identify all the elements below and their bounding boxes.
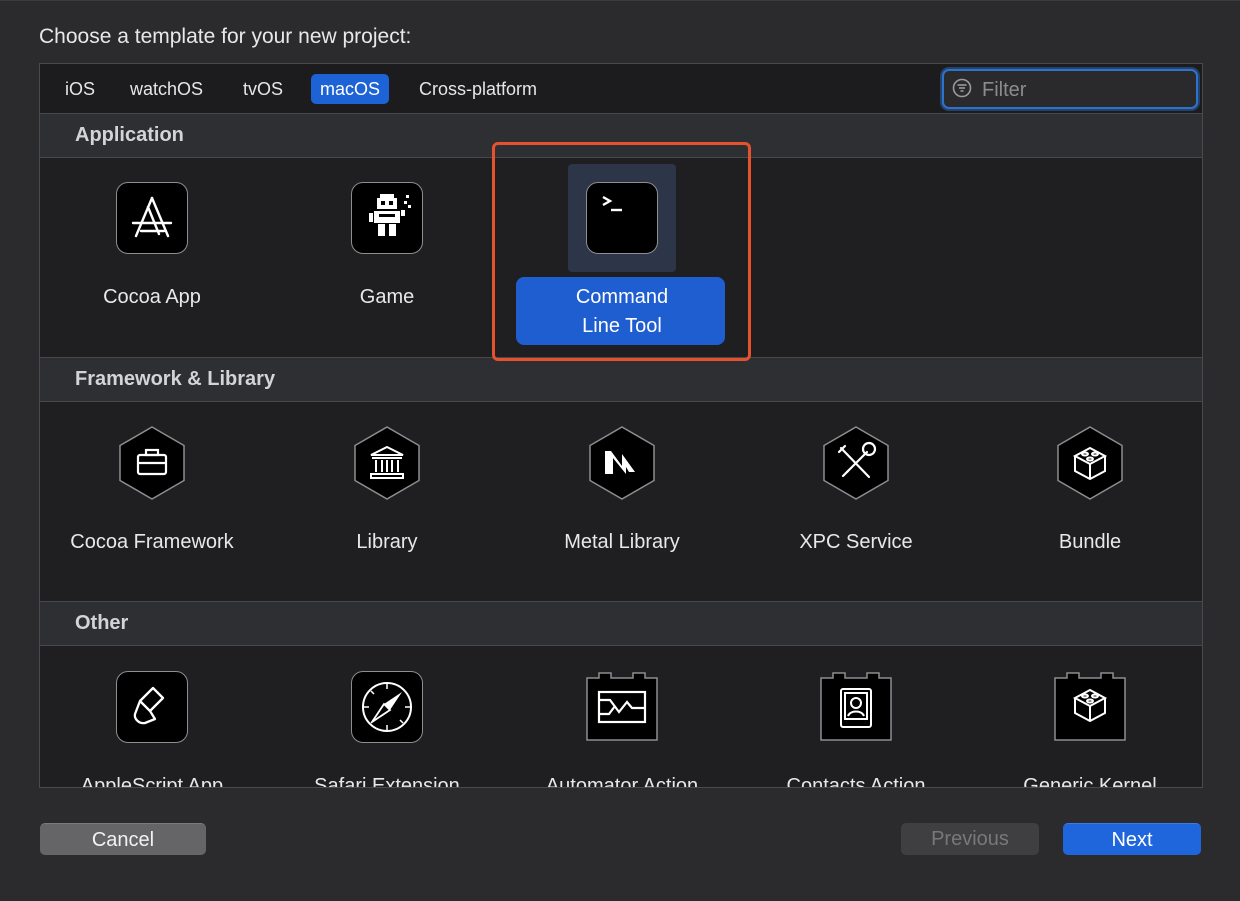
template-label: Cocoa App (103, 286, 201, 308)
contacts-icon (820, 672, 892, 741)
template-label: Contacts Action (786, 775, 926, 788)
section-title: Application (75, 124, 184, 146)
template-label: Automator Action (545, 775, 699, 788)
section-header-application: Application (40, 113, 1202, 158)
template-label: Safari Extension (314, 775, 460, 788)
applescript-icon (116, 671, 188, 743)
template-metal-library[interactable]: Metal Library (507, 426, 737, 557)
game-robot-icon (351, 182, 423, 254)
filter-input[interactable] (980, 75, 1189, 105)
app-store-a-icon (116, 182, 188, 254)
template-label: Library (356, 531, 418, 553)
template-library[interactable]: Library (272, 426, 502, 557)
template-label: Cocoa Framework (70, 531, 234, 553)
section-title: Framework & Library (75, 368, 276, 390)
tab-ios[interactable]: iOS (56, 74, 104, 104)
template-label: Bundle (1058, 531, 1122, 553)
template-panel: iOS watchOS tvOS macOS Cross-platform Fi… (39, 63, 1203, 788)
section-header-other: Other (40, 601, 1202, 646)
metal-icon (589, 426, 655, 500)
new-project-dialog: Choose a template for your new project: … (0, 0, 1240, 901)
template-cocoa-framework[interactable]: Cocoa Framework (40, 426, 267, 557)
library-building-icon (354, 426, 420, 500)
previous-button[interactable]: Previous (901, 823, 1039, 855)
template-label: AppleScript App (80, 775, 224, 788)
next-button[interactable]: Next (1063, 823, 1201, 855)
template-label: Command Line Tool (575, 286, 669, 337)
dialog-prompt: Choose a template for your new project: (39, 25, 412, 48)
platform-tabbar: iOS watchOS tvOS macOS Cross-platform (40, 64, 1202, 114)
template-generic-kernel[interactable]: Generic Kernel (975, 670, 1202, 788)
template-xpc-service[interactable]: XPC Service (741, 426, 971, 557)
template-automator-action[interactable]: Automator Action (507, 670, 737, 788)
tools-icon (823, 426, 889, 500)
template-cocoa-app[interactable]: Cocoa App (40, 181, 267, 312)
tab-watchos[interactable]: watchOS (121, 74, 212, 104)
template-game[interactable]: Game (272, 181, 502, 312)
template-label: Generic Kernel (1023, 775, 1157, 788)
template-safari-extension[interactable]: Safari Extension (272, 670, 502, 788)
template-label: XPC Service (799, 531, 913, 553)
cube-icon (1057, 426, 1123, 500)
compass-icon (351, 671, 423, 743)
automator-icon (586, 672, 658, 741)
template-contacts-action[interactable]: Contacts Action (741, 670, 971, 788)
tab-tvos[interactable]: tvOS (234, 74, 292, 104)
tab-macos[interactable]: macOS (311, 74, 390, 104)
template-label: Game (359, 286, 415, 308)
template-command-line-tool[interactable]: Command Line Tool (507, 181, 737, 341)
terminal-icon (586, 182, 658, 254)
filter-field[interactable] (942, 69, 1198, 109)
filter-icon (952, 78, 972, 98)
section-title: Other (75, 612, 129, 634)
template-bundle[interactable]: Bundle (975, 426, 1202, 557)
section-header-framework-library: Framework & Library (40, 357, 1202, 402)
toolbox-icon (119, 426, 185, 500)
template-applescript-app[interactable]: AppleScript App (40, 670, 267, 788)
cancel-button[interactable]: Cancel (40, 823, 206, 855)
kernel-cube-icon (1054, 672, 1126, 741)
tab-cross-platform[interactable]: Cross-platform (410, 74, 546, 104)
template-label: Metal Library (564, 531, 680, 553)
